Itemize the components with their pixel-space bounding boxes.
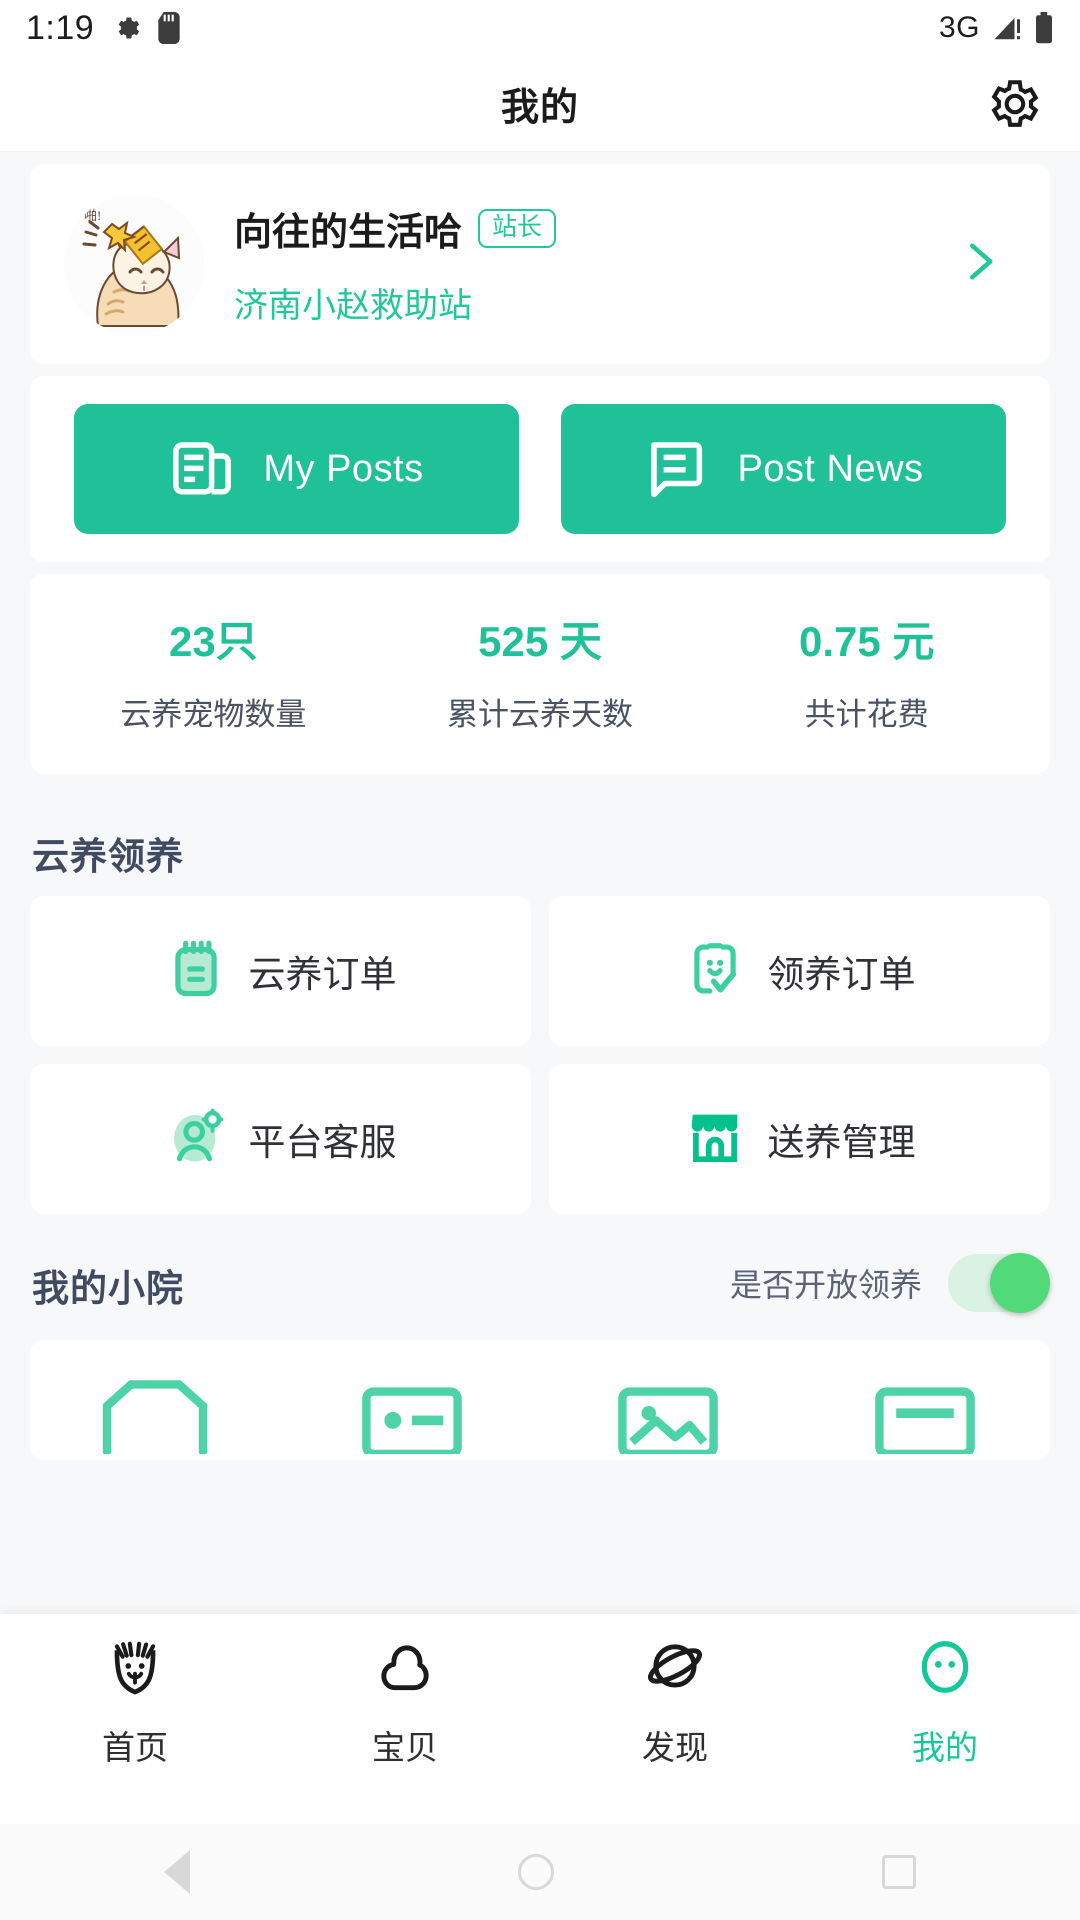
yard-thumb[interactable]	[317, 1370, 507, 1460]
cloud-paw-icon	[374, 1636, 436, 1703]
open-adoption-toggle[interactable]	[948, 1253, 1050, 1313]
grid-item-adopt-order[interactable]: 领养订单	[549, 896, 1050, 1046]
stat-label: 云养宠物数量	[120, 697, 307, 732]
profile-station: 济南小赵救助站	[234, 287, 472, 325]
grid-item-label: 送养管理	[767, 1122, 916, 1163]
grid-item-label: 领养订单	[767, 954, 916, 995]
status-bar-right: 3G	[939, 0, 1054, 56]
yard-section-header: 我的小院 是否开放领养	[0, 1214, 1080, 1328]
toggle-label: 是否开放领养	[729, 1267, 922, 1303]
android-navigation-bar	[0, 1824, 1080, 1920]
status-time: 1:19	[26, 8, 95, 47]
my-posts-button[interactable]: My Posts	[74, 404, 519, 534]
svg-text:啪!: 啪!	[84, 208, 101, 223]
store-icon	[684, 1106, 746, 1173]
stat-label: 共计花费	[804, 697, 929, 732]
status-bar: 1:19 3G	[0, 0, 1080, 56]
tab-home[interactable]: 首页	[0, 1614, 270, 1769]
adopt-section-header: 云养领养	[0, 786, 1080, 896]
quick-actions: My Posts Post News	[30, 376, 1050, 562]
stat-value: 525 天	[478, 618, 602, 665]
yard-thumb[interactable]	[60, 1370, 250, 1460]
stats-card: 23只 云养宠物数量 525 天 累计云养天数 0.75 元 共计花费	[30, 574, 1050, 774]
cat-face-icon	[104, 1636, 166, 1703]
my-posts-label: My Posts	[263, 447, 424, 490]
profile-card[interactable]: 啪! 向往的生活哈 站长 济南小赵救助站	[30, 164, 1050, 364]
grid-item-label: 平台客服	[248, 1122, 397, 1163]
notepad-icon	[165, 938, 227, 1005]
section-title: 我的小院	[32, 1268, 184, 1309]
face-icon	[914, 1636, 976, 1703]
stat-value: 0.75 元	[798, 618, 935, 665]
sd-card-icon	[158, 12, 180, 44]
home-button[interactable]	[518, 1854, 554, 1890]
app-screen: 1:19 3G 我的 啪! 向往的生活哈 站长 济南小赵救助站 My Posts…	[0, 0, 1080, 1920]
bottom-tab-bar: 首页 宝贝 发现 我的	[0, 1614, 1080, 1824]
tab-label: 首页	[102, 1729, 168, 1766]
tab-mine[interactable]: 我的	[810, 1614, 1080, 1769]
adopt-grid: 云养订单 领养订单 平台客服 送养管理	[0, 896, 1080, 1214]
planet-icon	[644, 1636, 706, 1703]
yard-thumb[interactable]	[830, 1370, 1020, 1460]
tab-discover[interactable]: 发现	[540, 1614, 810, 1769]
stat-value: 23只	[168, 618, 258, 665]
yard-thumb[interactable]	[573, 1370, 763, 1460]
cat-avatar-icon: 啪!	[64, 194, 204, 334]
gear-icon	[112, 14, 140, 42]
yard-card	[30, 1340, 1050, 1460]
network-label: 3G	[938, 11, 980, 44]
profile-name-row: 向往的生活哈 站长	[234, 201, 1016, 256]
tab-label: 宝贝	[372, 1729, 438, 1766]
section-title: 云养领养	[32, 836, 184, 877]
battery-icon	[1034, 12, 1054, 44]
page-title: 我的	[500, 87, 579, 129]
stat-label: 累计云养天数	[447, 697, 633, 732]
chevron-right-icon[interactable]	[952, 235, 1006, 294]
back-button[interactable]	[164, 1850, 190, 1894]
settings-gear-icon[interactable]	[982, 73, 1044, 135]
profile-name: 向往的生活哈	[234, 212, 463, 254]
newspaper-icon	[169, 434, 235, 505]
stat-days: 525 天 累计云养天数	[377, 608, 704, 734]
tab-label: 发现	[642, 1729, 708, 1766]
quick-actions-card: My Posts Post News	[30, 376, 1050, 562]
comment-document-icon	[643, 434, 709, 505]
stats-row: 23只 云养宠物数量 525 天 累计云养天数 0.75 元 共计花费	[30, 574, 1050, 774]
status-bar-left: 1:19	[26, 9, 180, 48]
post-news-label: Post News	[737, 447, 924, 490]
stat-cost: 0.75 元 共计花费	[703, 608, 1030, 734]
tab-label: 我的	[912, 1729, 978, 1766]
toggle-knob	[990, 1253, 1050, 1313]
smiley-check-icon	[684, 938, 746, 1005]
stat-pets: 23只 云养宠物数量	[50, 608, 377, 734]
yard-toggle-group: 是否开放领养	[729, 1253, 1050, 1313]
grid-item-rehome[interactable]: 送养管理	[549, 1064, 1050, 1214]
profile-info: 向往的生活哈 站长 济南小赵救助站	[234, 201, 1016, 327]
status-badge: 站长	[478, 208, 557, 249]
recents-button[interactable]	[882, 1855, 916, 1889]
post-news-button[interactable]: Post News	[561, 404, 1006, 534]
page-header: 我的	[0, 56, 1080, 152]
signal-icon	[992, 13, 1022, 43]
grid-item-cloud-order[interactable]: 云养订单	[30, 896, 531, 1046]
avatar: 啪!	[64, 194, 204, 334]
user-gear-icon	[165, 1106, 227, 1173]
tab-baby[interactable]: 宝贝	[270, 1614, 540, 1769]
grid-item-label: 云养订单	[248, 954, 397, 995]
grid-item-support[interactable]: 平台客服	[30, 1064, 531, 1214]
